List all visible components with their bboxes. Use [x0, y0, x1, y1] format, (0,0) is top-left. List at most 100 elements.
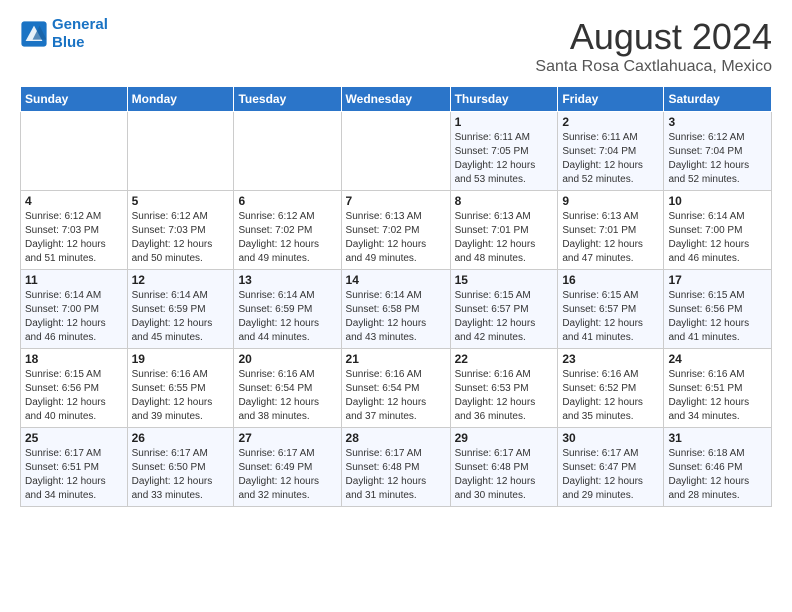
calendar-cell: 24 Sunrise: 6:16 AMSunset: 6:51 PMDayligh…	[664, 349, 772, 428]
day-info: Sunrise: 6:17 AMSunset: 6:48 PMDaylight:…	[346, 447, 446, 503]
logo-text: General Blue	[52, 16, 108, 52]
calendar-cell: 15Sunrise: 6:15 AMSunset: 6:57 PMDayligh…	[450, 270, 558, 349]
day-info: Sunrise: 6:18 AMSunset: 6:46 PMDaylight:…	[668, 447, 767, 503]
day-info: Sunrise: 6:12 AMSunset: 7:03 PMDaylight:…	[25, 210, 123, 266]
page: General Blue August 2024 Santa Rosa Caxt…	[0, 0, 792, 517]
day-number: 5	[132, 194, 230, 208]
calendar-cell: 29Sunrise: 6:17 AMSunset: 6:48 PMDayligh…	[450, 428, 558, 507]
day-number: 13	[238, 273, 336, 287]
calendar-cell: 21Sunrise: 6:16 AMSunset: 6:54 PMDayligh…	[341, 349, 450, 428]
calendar-cell: 13 Sunrise: 6:14 AMSunset: 6:59 PMDayligh…	[234, 270, 341, 349]
day-number: 24	[668, 352, 767, 366]
day-info: Sunrise: 6:16 AMSunset: 6:51 PMDaylight:…	[668, 368, 767, 424]
calendar-cell: 27 Sunrise: 6:17 AMSunset: 6:49 PMDayligh…	[234, 428, 341, 507]
day-number: 20	[238, 352, 336, 366]
day-info: Sunrise: 6:17 AMSunset: 6:49 PMDaylight:…	[238, 447, 336, 503]
day-number: 3	[668, 115, 767, 129]
calendar-table: SundayMondayTuesdayWednesdayThursdayFrid…	[20, 86, 772, 507]
day-number: 9	[562, 194, 659, 208]
title-block: August 2024 Santa Rosa Caxtlahuaca, Mexi…	[535, 16, 772, 76]
calendar-week-row: 25Sunrise: 6:17 AMSunset: 6:51 PMDayligh…	[21, 428, 772, 507]
day-info: Sunrise: 6:13 AMSunset: 7:02 PMDaylight:…	[346, 210, 446, 266]
calendar-cell: 30Sunrise: 6:17 AMSunset: 6:47 PMDayligh…	[558, 428, 664, 507]
calendar-cell: 23 Sunrise: 6:16 AMSunset: 6:52 PMDayligh…	[558, 349, 664, 428]
day-info: Sunrise: 6:12 AMSunset: 7:04 PMDaylight:…	[668, 131, 767, 187]
day-number: 6	[238, 194, 336, 208]
day-number: 10	[668, 194, 767, 208]
day-number: 1	[455, 115, 554, 129]
day-number: 30	[562, 431, 659, 445]
day-info: Sunrise: 6:17 AMSunset: 6:51 PMDaylight:…	[25, 447, 123, 503]
day-number: 23	[562, 352, 659, 366]
weekday-header: Tuesday	[234, 87, 341, 112]
weekday-header: Saturday	[664, 87, 772, 112]
calendar-cell: 22Sunrise: 6:16 AMSunset: 6:53 PMDayligh…	[450, 349, 558, 428]
weekday-header: Monday	[127, 87, 234, 112]
calendar-cell: 17Sunrise: 6:15 AMSunset: 6:56 PMDayligh…	[664, 270, 772, 349]
calendar-week-row: 4Sunrise: 6:12 AMSunset: 7:03 PMDaylight…	[21, 191, 772, 270]
header: General Blue August 2024 Santa Rosa Caxt…	[20, 16, 772, 76]
day-number: 22	[455, 352, 554, 366]
day-info: Sunrise: 6:17 AMSunset: 6:48 PMDaylight:…	[455, 447, 554, 503]
calendar-week-row: 11Sunrise: 6:14 AMSunset: 7:00 PMDayligh…	[21, 270, 772, 349]
day-number: 8	[455, 194, 554, 208]
calendar-cell	[234, 112, 341, 191]
day-info: Sunrise: 6:14 AMSunset: 7:00 PMDaylight:…	[668, 210, 767, 266]
main-title: August 2024	[535, 16, 772, 58]
day-number: 21	[346, 352, 446, 366]
calendar-header: SundayMondayTuesdayWednesdayThursdayFrid…	[21, 87, 772, 112]
day-info: Sunrise: 6:11 AMSunset: 7:04 PMDaylight:…	[562, 131, 659, 187]
calendar-cell: 28 Sunrise: 6:17 AMSunset: 6:48 PMDayligh…	[341, 428, 450, 507]
calendar-cell	[21, 112, 128, 191]
calendar-cell: 2 Sunrise: 6:11 AMSunset: 7:04 PMDaylight…	[558, 112, 664, 191]
day-info: Sunrise: 6:14 AMSunset: 6:59 PMDaylight:…	[132, 289, 230, 345]
day-info: Sunrise: 6:16 AMSunset: 6:52 PMDaylight:…	[562, 368, 659, 424]
logo-general: General	[52, 16, 108, 33]
day-number: 7	[346, 194, 446, 208]
day-number: 18	[25, 352, 123, 366]
day-info: Sunrise: 6:11 AMSunset: 7:05 PMDaylight:…	[455, 131, 554, 187]
subtitle: Santa Rosa Caxtlahuaca, Mexico	[535, 58, 772, 76]
day-number: 26	[132, 431, 230, 445]
calendar-cell: 1 Sunrise: 6:11 AMSunset: 7:05 PMDaylight…	[450, 112, 558, 191]
logo-icon	[20, 20, 48, 48]
day-number: 14	[346, 273, 446, 287]
calendar-cell: 4Sunrise: 6:12 AMSunset: 7:03 PMDaylight…	[21, 191, 128, 270]
day-info: Sunrise: 6:12 AMSunset: 7:02 PMDaylight:…	[238, 210, 336, 266]
calendar-cell: 25Sunrise: 6:17 AMSunset: 6:51 PMDayligh…	[21, 428, 128, 507]
calendar-cell: 10 Sunrise: 6:14 AMSunset: 7:00 PMDayligh…	[664, 191, 772, 270]
day-number: 11	[25, 273, 123, 287]
calendar-body: 1 Sunrise: 6:11 AMSunset: 7:05 PMDaylight…	[21, 112, 772, 507]
day-info: Sunrise: 6:14 AMSunset: 6:58 PMDaylight:…	[346, 289, 446, 345]
calendar-cell: 8 Sunrise: 6:13 AMSunset: 7:01 PMDaylight…	[450, 191, 558, 270]
day-info: Sunrise: 6:16 AMSunset: 6:55 PMDaylight:…	[132, 368, 230, 424]
calendar-cell: 3 Sunrise: 6:12 AMSunset: 7:04 PMDaylight…	[664, 112, 772, 191]
calendar-cell: 11Sunrise: 6:14 AMSunset: 7:00 PMDayligh…	[21, 270, 128, 349]
weekday-row: SundayMondayTuesdayWednesdayThursdayFrid…	[21, 87, 772, 112]
calendar-cell: 9 Sunrise: 6:13 AMSunset: 7:01 PMDaylight…	[558, 191, 664, 270]
day-info: Sunrise: 6:13 AMSunset: 7:01 PMDaylight:…	[455, 210, 554, 266]
day-number: 12	[132, 273, 230, 287]
day-number: 2	[562, 115, 659, 129]
day-number: 27	[238, 431, 336, 445]
day-info: Sunrise: 6:15 AMSunset: 6:56 PMDaylight:…	[25, 368, 123, 424]
logo: General Blue	[20, 16, 108, 52]
calendar-cell: 31Sunrise: 6:18 AMSunset: 6:46 PMDayligh…	[664, 428, 772, 507]
calendar-week-row: 18 Sunrise: 6:15 AMSunset: 6:56 PMDayligh…	[21, 349, 772, 428]
day-info: Sunrise: 6:13 AMSunset: 7:01 PMDaylight:…	[562, 210, 659, 266]
logo-blue: Blue	[52, 34, 85, 51]
calendar-cell	[127, 112, 234, 191]
day-info: Sunrise: 6:12 AMSunset: 7:03 PMDaylight:…	[132, 210, 230, 266]
calendar-cell: 5 Sunrise: 6:12 AMSunset: 7:03 PMDaylight…	[127, 191, 234, 270]
weekday-header: Thursday	[450, 87, 558, 112]
weekday-header: Sunday	[21, 87, 128, 112]
day-number: 15	[455, 273, 554, 287]
day-info: Sunrise: 6:14 AMSunset: 6:59 PMDaylight:…	[238, 289, 336, 345]
day-info: Sunrise: 6:15 AMSunset: 6:56 PMDaylight:…	[668, 289, 767, 345]
calendar-week-row: 1 Sunrise: 6:11 AMSunset: 7:05 PMDaylight…	[21, 112, 772, 191]
calendar-cell: 20 Sunrise: 6:16 AMSunset: 6:54 PMDayligh…	[234, 349, 341, 428]
day-info: Sunrise: 6:15 AMSunset: 6:57 PMDaylight:…	[562, 289, 659, 345]
day-number: 28	[346, 431, 446, 445]
day-info: Sunrise: 6:16 AMSunset: 6:54 PMDaylight:…	[238, 368, 336, 424]
day-number: 16	[562, 273, 659, 287]
